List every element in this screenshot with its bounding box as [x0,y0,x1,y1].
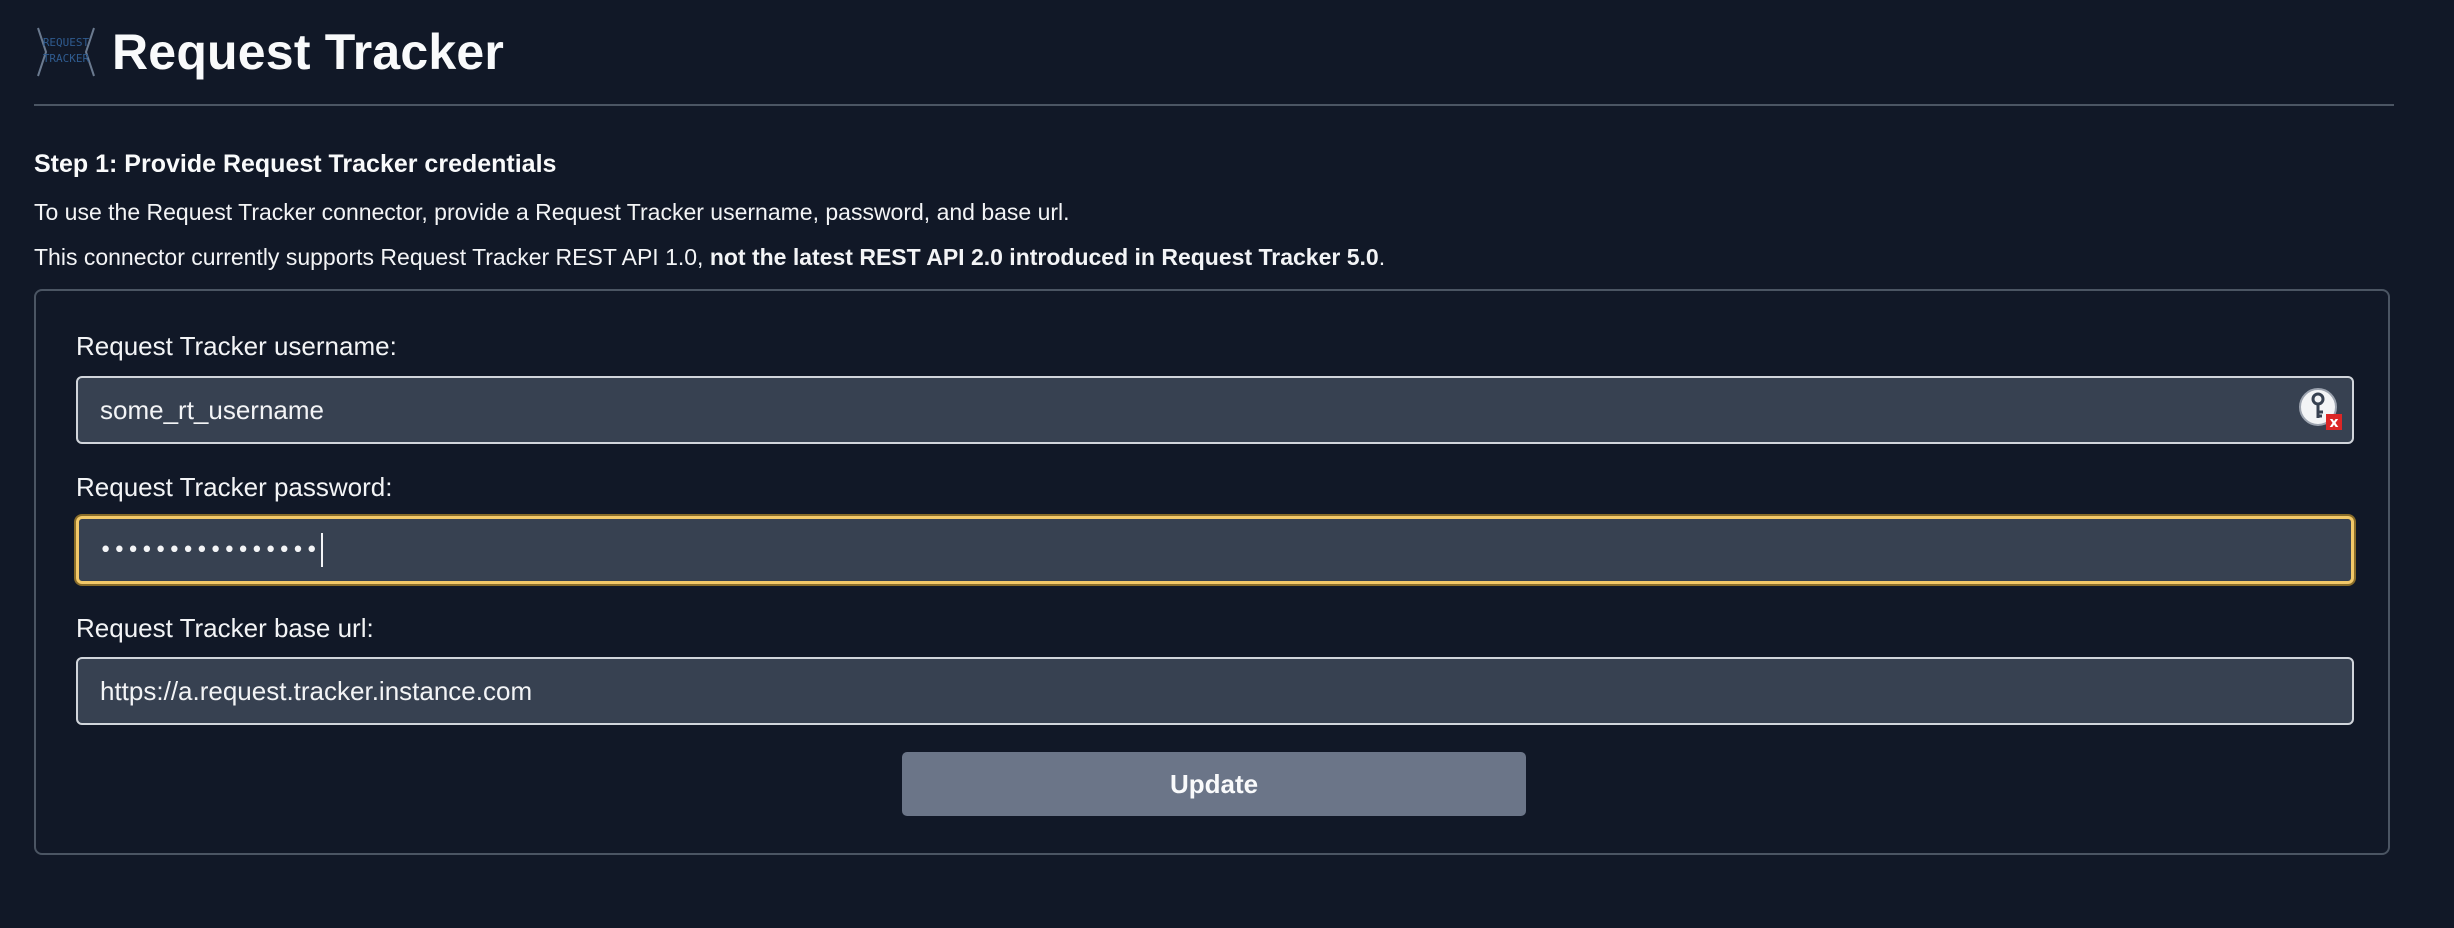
password-input[interactable]: •••••••••••••••• [99,538,319,563]
svg-text:TRACKER: TRACKER [43,52,90,65]
text-caret [320,533,323,567]
note-bold: not the latest REST API 2.0 introduced i… [709,244,1379,270]
page: REQUEST TRACKER Request Tracker Step 1: … [34,0,2394,855]
password-manager-key-icon[interactable]: x [2298,386,2344,432]
base-url-field[interactable] [76,657,2354,725]
header: REQUEST TRACKER Request Tracker [34,0,2394,106]
update-button[interactable]: Update [902,752,1526,816]
note-suffix: . [1378,244,1386,270]
step-title: Step 1: Provide Request Tracker credenti… [34,150,557,178]
note-prefix: This connector currently supports Reques… [34,244,710,270]
username-label: Request Tracker username: [76,331,397,361]
page-title: Request Tracker [112,24,505,80]
svg-text:x: x [2329,415,2338,431]
credentials-form: Request Tracker username: x Request Trac… [34,289,2390,855]
base-url-label: Request Tracker base url: [76,613,374,643]
password-label: Request Tracker password: [76,472,393,502]
svg-text:REQUEST: REQUEST [43,36,90,49]
username-field[interactable]: x [76,376,2354,444]
base-url-input[interactable] [98,674,2352,708]
api-support-note: This connector currently supports Reques… [34,244,2394,271]
password-field[interactable]: •••••••••••••••• [76,516,2354,584]
request-tracker-logo-icon: REQUEST TRACKER [34,20,98,84]
username-input[interactable] [98,393,2352,427]
step-description: To use the Request Tracker connector, pr… [34,199,1070,225]
